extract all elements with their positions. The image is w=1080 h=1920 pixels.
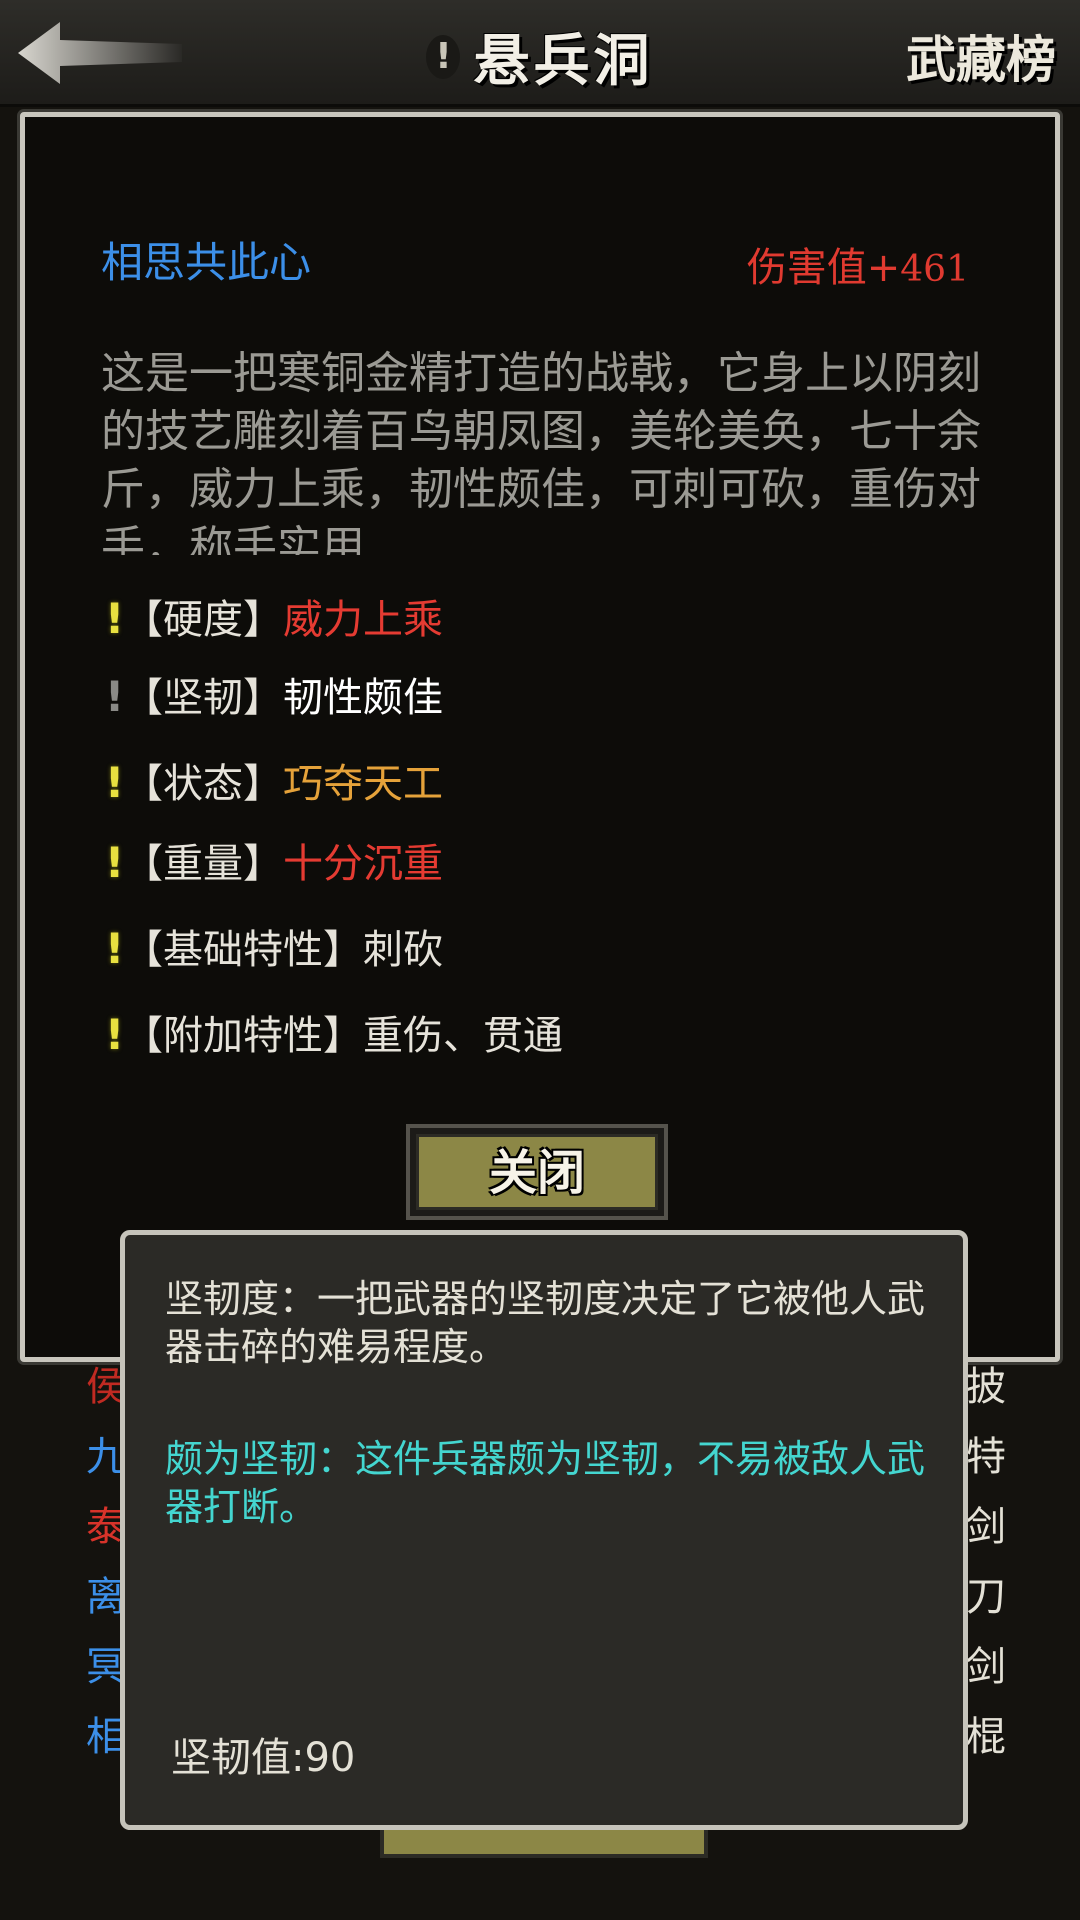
attr-base-trait[interactable]: !【基础特性】刺砍 [105,917,443,975]
close-button[interactable]: 关闭 [406,1124,668,1220]
bg-char: 特 [966,1434,1006,1480]
tooltip-description: 坚韧度：一把武器的坚韧度决定了它被他人武器击碎的难易程度。 [165,1277,926,1369]
attr-label: 【重量】 [123,841,283,887]
attr-label: 【基础特性】 [123,927,363,973]
attr-value: 韧性颇佳 [283,675,443,721]
attr-label: 【硬度】 [123,597,283,643]
bg-char: 刀 [966,1574,1006,1620]
attr-mark-icon: ! [105,1010,125,1059]
attr-weight[interactable]: !【重量】十分沉重 [105,831,443,889]
item-name: 相思共此心 [101,238,312,287]
info-icon[interactable]: ! [426,34,461,79]
attr-value: 巧夺天工 [283,761,443,807]
attr-mark-icon: ! [105,672,125,721]
attr-state[interactable]: !【状态】巧夺天工 [105,751,443,809]
damage-value: 伤害值+461 [747,235,969,293]
attr-extra-trait[interactable]: !【附加特性】重伤、贯通 [105,1003,563,1061]
attr-value: 十分沉重 [283,841,443,887]
attr-value: 重伤、贯通 [363,1013,563,1059]
attr-mark-icon: ! [105,594,125,643]
damage-number: 461 [900,249,969,290]
page-title: 悬兵洞 [473,29,654,94]
attr-hardness[interactable]: !【硬度】威力上乘 [105,587,443,645]
close-button-label: 关闭 [416,1134,658,1210]
bg-char: 剑 [966,1504,1006,1550]
attr-mark-icon: ! [105,758,125,807]
rank-list-link[interactable]: 武藏榜 [906,20,1056,92]
attr-mark-icon: ! [105,924,125,973]
attr-label: 【状态】 [123,761,283,807]
toughness-tooltip: 坚韧度：一把武器的坚韧度决定了它被他人武器击碎的难易程度。 颇为坚韧：这件兵器颇… [120,1230,968,1830]
top-bar: ! 悬兵洞 武藏榜 [0,0,1080,107]
tooltip-value: 坚韧值:90 [171,1735,356,1781]
bg-right-column: 披 特 剑 刀 剑 棍 [966,1352,1006,1772]
damage-label: 伤害值+ [746,245,901,291]
attr-toughness[interactable]: !【坚韧】韧性颇佳 [105,665,443,723]
background-button-edge [380,1830,708,1858]
attr-label: 【附加特性】 [123,1013,363,1059]
bg-char: 棍 [966,1714,1006,1760]
attr-label: 【坚韧】 [123,675,283,721]
attr-value: 威力上乘 [283,597,443,643]
item-description: 这是一把寒铜金精打造的战戟，它身上以阴刻的技艺雕刻着百鸟朝凤图，美轮美奂，七十余… [101,348,981,555]
attr-value: 刺砍 [363,927,443,973]
tooltip-detail: 颇为坚韧：这件兵器颇为坚韧，不易被敌人武器打断。 [165,1437,926,1529]
bg-char: 剑 [966,1644,1006,1690]
bg-char: 披 [966,1364,1006,1410]
attr-mark-icon: ! [105,838,125,887]
